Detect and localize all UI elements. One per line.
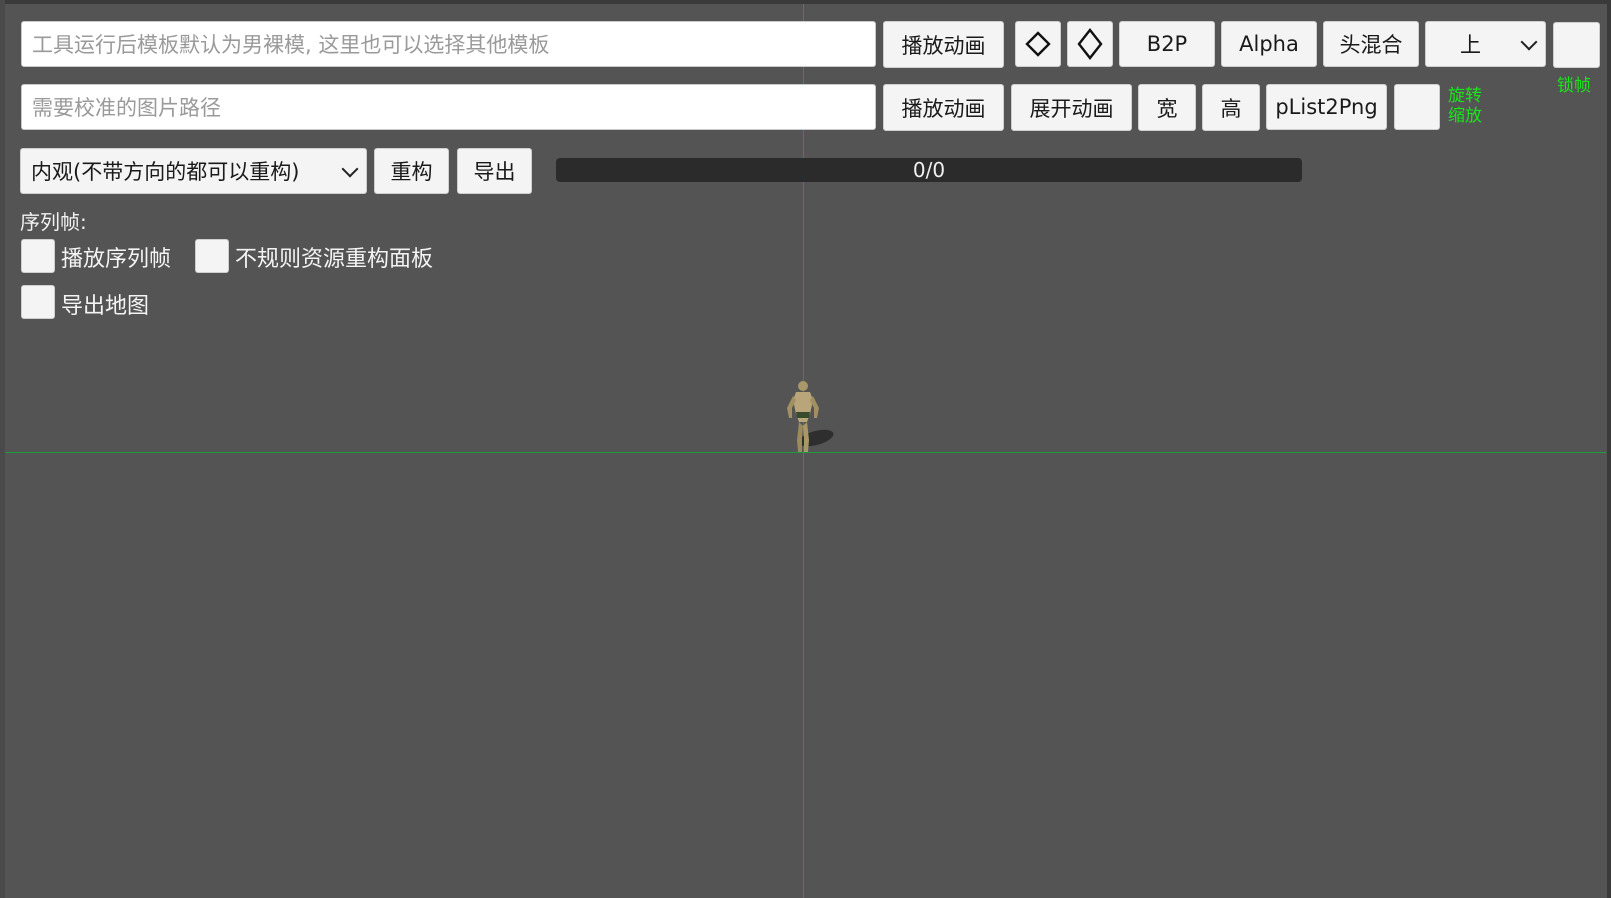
lock-frame-label: 锁帧	[1557, 76, 1591, 96]
chevron-down-icon	[341, 160, 359, 178]
mode-select[interactable]: 内观(不带方向的都可以重构)	[20, 148, 367, 194]
play-animation-button[interactable]: 播放动画	[883, 21, 1004, 68]
window-right-border	[1607, 0, 1611, 898]
play-sequence-label: 播放序列帧	[61, 247, 172, 272]
diamond-outline-icon	[1025, 31, 1051, 57]
image-path-input[interactable]: 需要校准的图片路径	[21, 84, 876, 130]
template-path-input[interactable]: 工具运行后模板默认为男裸模, 这里也可以选择其他模板	[21, 21, 876, 67]
rotate-label: 旋转	[1448, 86, 1482, 106]
width-button[interactable]: 宽	[1138, 84, 1196, 131]
export-button[interactable]: 导出	[457, 148, 532, 194]
window-top-border	[0, 0, 1611, 4]
plist-to-png-button[interactable]: pList2Png	[1266, 84, 1387, 130]
rebuild-button[interactable]: 重构	[374, 148, 449, 194]
progress-text: 0/0	[912, 158, 946, 182]
expand-animation-button[interactable]: 展开动画	[1011, 84, 1132, 131]
irregular-panel-checkbox[interactable]	[195, 239, 229, 273]
rotate-scale-button[interactable]	[1394, 84, 1440, 130]
play-animation-button-2[interactable]: 播放动画	[883, 84, 1004, 131]
chevron-down-icon	[1520, 33, 1538, 51]
export-map-checkbox[interactable]	[21, 285, 55, 319]
window-left-border	[0, 0, 5, 898]
irregular-panel-label: 不规则资源重构面板	[235, 247, 434, 272]
alpha-button[interactable]: Alpha	[1221, 21, 1317, 67]
diamond-v-button[interactable]	[1067, 21, 1113, 67]
direction-select-value: 上	[1460, 33, 1481, 57]
diamond-h-button[interactable]	[1015, 21, 1061, 67]
lock-frame-button[interactable]	[1553, 22, 1600, 68]
scale-label: 缩放	[1448, 106, 1482, 126]
play-sequence-checkbox[interactable]	[21, 239, 55, 273]
progress-bar: 0/0	[556, 158, 1302, 182]
direction-select[interactable]: 上	[1425, 21, 1546, 67]
character-model	[787, 381, 834, 452]
sequence-heading: 序列帧:	[20, 210, 87, 234]
head-blend-button[interactable]: 头混合	[1323, 21, 1419, 67]
height-button[interactable]: 高	[1202, 84, 1260, 131]
diamond-tall-outline-icon	[1077, 28, 1103, 60]
export-map-label: 导出地图	[61, 294, 150, 319]
b2p-button[interactable]: B2P	[1119, 21, 1215, 67]
mode-select-value: 内观(不带方向的都可以重构)	[31, 160, 300, 184]
